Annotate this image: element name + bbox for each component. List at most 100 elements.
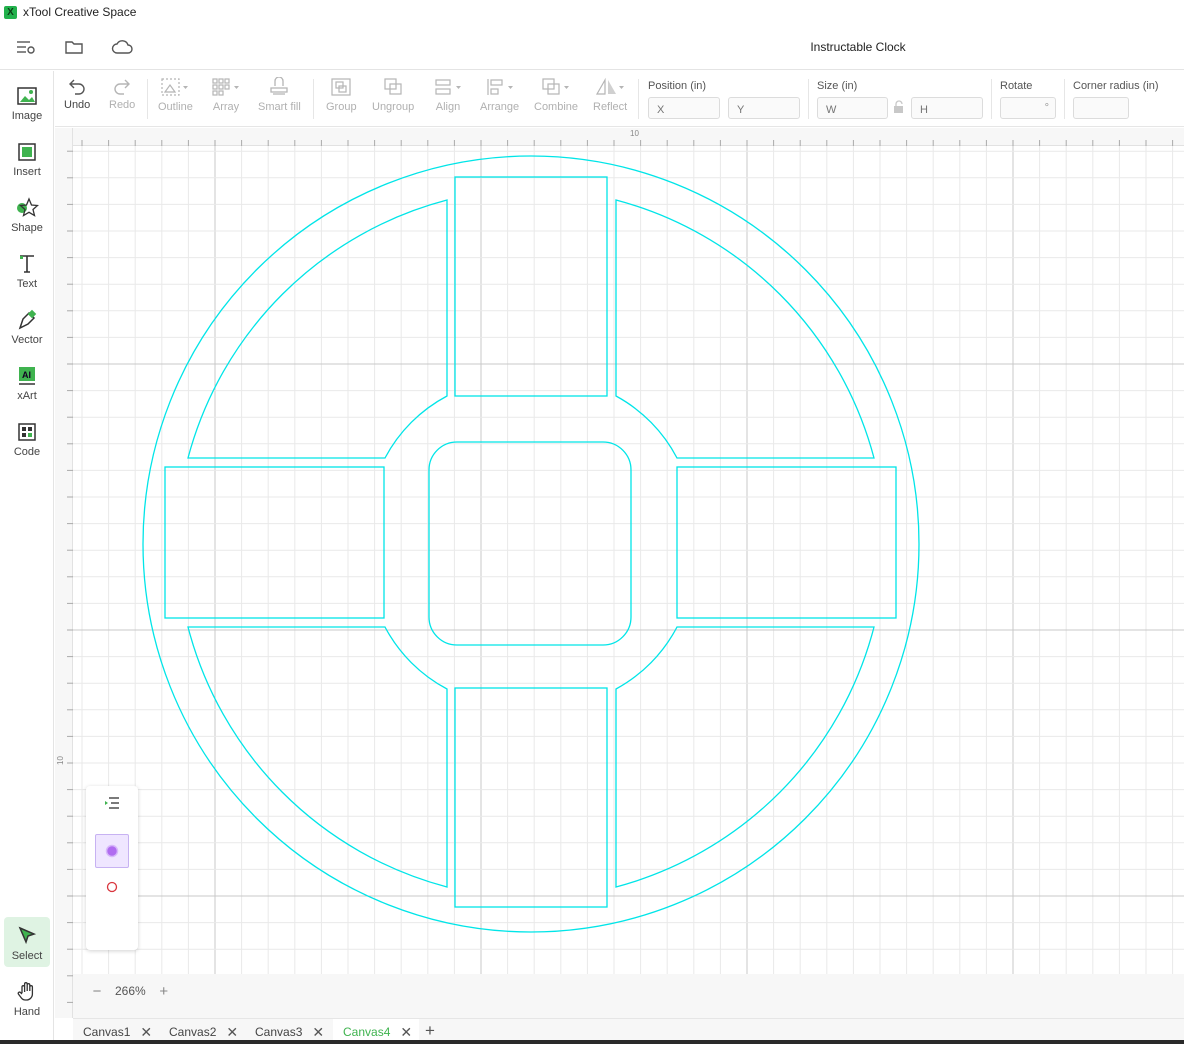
corner-radius-label: Corner radius (in) <box>1073 80 1159 92</box>
ai-icon: AI <box>19 367 35 385</box>
tool-text[interactable]: Text <box>4 245 50 295</box>
close-icon[interactable]: ✕ <box>140 1024 152 1041</box>
position-x-input[interactable] <box>648 97 720 119</box>
zoom-in-button[interactable]: + <box>154 981 174 1001</box>
undo-button[interactable]: Undo <box>64 77 90 123</box>
panel-left[interactable] <box>164 466 385 619</box>
toolbar-divider <box>147 79 148 119</box>
tool-label: Shape <box>11 222 43 234</box>
outline-icon <box>161 78 189 96</box>
tab-label: Canvas4 <box>343 1025 391 1039</box>
tool-label: Insert <box>13 166 41 178</box>
panel-right[interactable] <box>676 466 897 619</box>
group-icon <box>331 78 351 96</box>
reflect-label: Reflect <box>593 101 628 113</box>
tool-label: xArt <box>17 390 37 402</box>
center-panel[interactable] <box>428 441 632 646</box>
tab-label: Canvas2 <box>169 1025 217 1039</box>
tool-label: Vector <box>11 334 43 346</box>
tool-image[interactable]: Image <box>4 77 50 127</box>
left-toolbar: Image Insert Shape Text Vector AI xArt C… <box>0 71 54 1044</box>
ungroup-button[interactable]: Ungroup <box>372 77 414 123</box>
smart-fill-button[interactable]: Smart fill <box>258 77 301 123</box>
combine-button[interactable]: Combine <box>534 77 578 123</box>
panel-bottom[interactable] <box>454 687 608 908</box>
rotate-input[interactable]: ° <box>1000 97 1056 119</box>
quadrant-top-right[interactable] <box>615 199 875 459</box>
menu-bar: Instructable Clock <box>0 24 1184 70</box>
tool-insert[interactable]: Insert <box>4 133 50 183</box>
tool-select[interactable]: Select <box>4 917 50 967</box>
cloud-icon[interactable] <box>111 36 133 58</box>
ruler-left-mark: 10 <box>55 756 65 765</box>
qr-code-icon <box>18 423 36 441</box>
lock-aspect-icon[interactable] <box>893 100 905 119</box>
zoom-out-button[interactable]: − <box>87 981 107 1001</box>
ungroup-icon <box>384 78 402 95</box>
tool-shape[interactable]: Shape <box>4 189 50 239</box>
size-h-input[interactable] <box>911 97 983 119</box>
menu-icon[interactable] <box>15 36 37 58</box>
tool-hand[interactable]: Hand <box>4 973 50 1023</box>
app-logo-icon: X <box>4 5 17 19</box>
toolbar-divider <box>1064 79 1065 119</box>
panel-top[interactable] <box>454 176 608 397</box>
corner-radius-input[interactable] <box>1073 97 1129 119</box>
size-label: Size (in) <box>817 80 858 92</box>
quadrant-bottom-right[interactable] <box>615 626 875 888</box>
size-w-input[interactable] <box>817 97 888 119</box>
position-y-input[interactable] <box>728 97 800 119</box>
outer-ring-circle[interactable] <box>142 155 920 933</box>
tool-xart[interactable]: AI xArt <box>4 357 50 407</box>
reflect-icon <box>596 77 625 95</box>
design-canvas[interactable] <box>73 146 1184 974</box>
tool-vector[interactable]: Vector <box>4 301 50 351</box>
tool-label: Select <box>11 950 43 962</box>
shape-icon <box>17 197 39 217</box>
cursor-icon <box>18 926 37 945</box>
engrave-layer-icon[interactable] <box>95 834 129 868</box>
tool-label: Code <box>13 446 41 458</box>
array-button[interactable]: Array <box>211 77 241 123</box>
folder-icon[interactable] <box>63 36 85 58</box>
quadrant-top-left[interactable] <box>187 199 448 459</box>
close-icon[interactable]: ✕ <box>312 1024 324 1041</box>
quadrant-bottom-left[interactable] <box>187 626 448 888</box>
undo-label: Undo <box>64 99 91 111</box>
insert-icon <box>18 143 36 161</box>
reflect-button[interactable]: Reflect <box>593 77 627 123</box>
array-label: Array <box>212 101 240 113</box>
rotate-unit: ° <box>1044 102 1049 114</box>
undo-icon <box>69 79 85 95</box>
toolbar-divider <box>313 79 314 119</box>
tool-label: Image <box>11 110 43 122</box>
arrange-button[interactable]: Arrange <box>480 77 519 123</box>
outline-button[interactable]: Outline <box>158 77 193 123</box>
layer-list-icon[interactable] <box>95 786 129 820</box>
close-icon[interactable]: ✕ <box>400 1024 412 1041</box>
tool-label: Text <box>16 278 38 290</box>
title-bar: X xTool Creative Space <box>0 0 1184 24</box>
ruler-top-mark: 10 <box>630 129 639 138</box>
ungroup-label: Ungroup <box>372 101 415 113</box>
canvas-bottom-area <box>73 974 1184 1018</box>
redo-button[interactable]: Redo <box>109 77 135 123</box>
clock-design[interactable] <box>73 146 1184 974</box>
app-title: xTool Creative Space <box>23 5 137 19</box>
close-icon[interactable]: ✕ <box>226 1024 238 1041</box>
group-button[interactable]: Group <box>326 77 357 123</box>
array-icon <box>212 78 239 96</box>
document-title[interactable]: Instructable Clock <box>740 40 976 54</box>
align-button[interactable]: Align <box>433 77 463 123</box>
zoom-value[interactable]: 266% <box>115 984 146 998</box>
tool-code[interactable]: Code <box>4 413 50 463</box>
tab-label: Canvas3 <box>255 1025 303 1039</box>
add-tab-button[interactable]: + <box>425 1021 435 1041</box>
cut-layer-icon[interactable] <box>95 870 129 904</box>
image-icon <box>17 87 37 105</box>
position-label: Position (in) <box>648 80 707 92</box>
redo-label: Redo <box>109 99 136 111</box>
redo-icon <box>114 79 131 95</box>
layer-panel <box>86 786 138 950</box>
align-label: Align <box>435 101 461 113</box>
